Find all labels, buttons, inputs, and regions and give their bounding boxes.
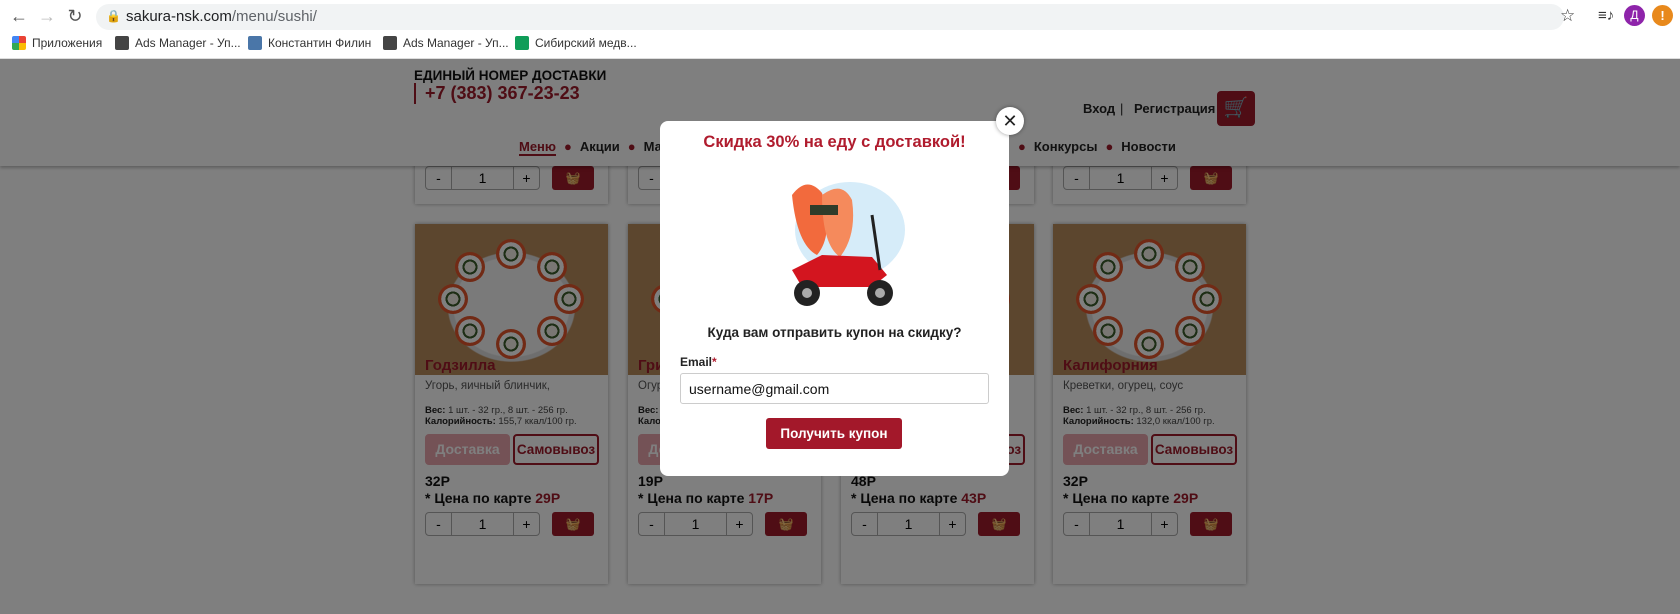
email-label: Email* — [680, 355, 717, 369]
apps-grid-icon — [12, 36, 26, 50]
bookmark-vk[interactable]: Константин Филин — [248, 36, 371, 50]
popup-question: Куда вам отправить купон на скидку? — [707, 325, 962, 340]
bookmark-star-icon[interactable]: ☆ — [1560, 6, 1575, 26]
bookmark-ads-manager-2[interactable]: Ads Manager - Уп... — [383, 36, 509, 50]
bookmark-label: Константин Филин — [268, 36, 372, 50]
popup-title: Скидка 30% на еду с доставкой! — [703, 133, 966, 151]
bookmark-label: Ads Manager - Уп... — [403, 36, 509, 50]
url-text[interactable]: sakura-nsk.com/menu/sushi/ — [126, 8, 317, 25]
bookmark-apps[interactable]: Приложения — [12, 36, 102, 50]
get-coupon-button[interactable]: Получить купон — [766, 418, 902, 449]
reload-icon[interactable]: ↻ — [64, 6, 86, 27]
email-input[interactable] — [680, 373, 989, 404]
update-alert-icon[interactable]: ! — [1652, 5, 1673, 26]
sheets-icon — [515, 36, 529, 50]
scooter-illustration — [792, 182, 905, 306]
ads-icon — [383, 36, 397, 50]
bookmark-label: Ads Manager - Уп... — [135, 36, 241, 50]
browser-toolbar: ← → ↻ 🔒 sakura-nsk.com/menu/sushi/ ☆ ≡♪ … — [0, 0, 1680, 59]
coupon-popup: Скидка 30% на еду с доставкой! Куда вам … — [660, 121, 1009, 476]
vk-icon — [248, 36, 262, 50]
profile-avatar[interactable]: Д — [1624, 5, 1645, 26]
bookmark-label: Приложения — [32, 36, 103, 50]
bookmark-sheets[interactable]: Сибирский медв... — [515, 36, 637, 50]
media-control-icon[interactable]: ≡♪ — [1598, 7, 1614, 24]
forward-icon[interactable]: → — [36, 6, 58, 27]
lock-icon: 🔒 — [106, 9, 121, 23]
back-icon[interactable]: ← — [8, 6, 30, 27]
bookmark-ads-manager[interactable]: Ads Manager - Уп... — [115, 36, 241, 50]
close-icon[interactable]: ✕ — [996, 107, 1024, 135]
ads-icon — [115, 36, 129, 50]
bookmark-label: Сибирский медв... — [535, 36, 637, 50]
